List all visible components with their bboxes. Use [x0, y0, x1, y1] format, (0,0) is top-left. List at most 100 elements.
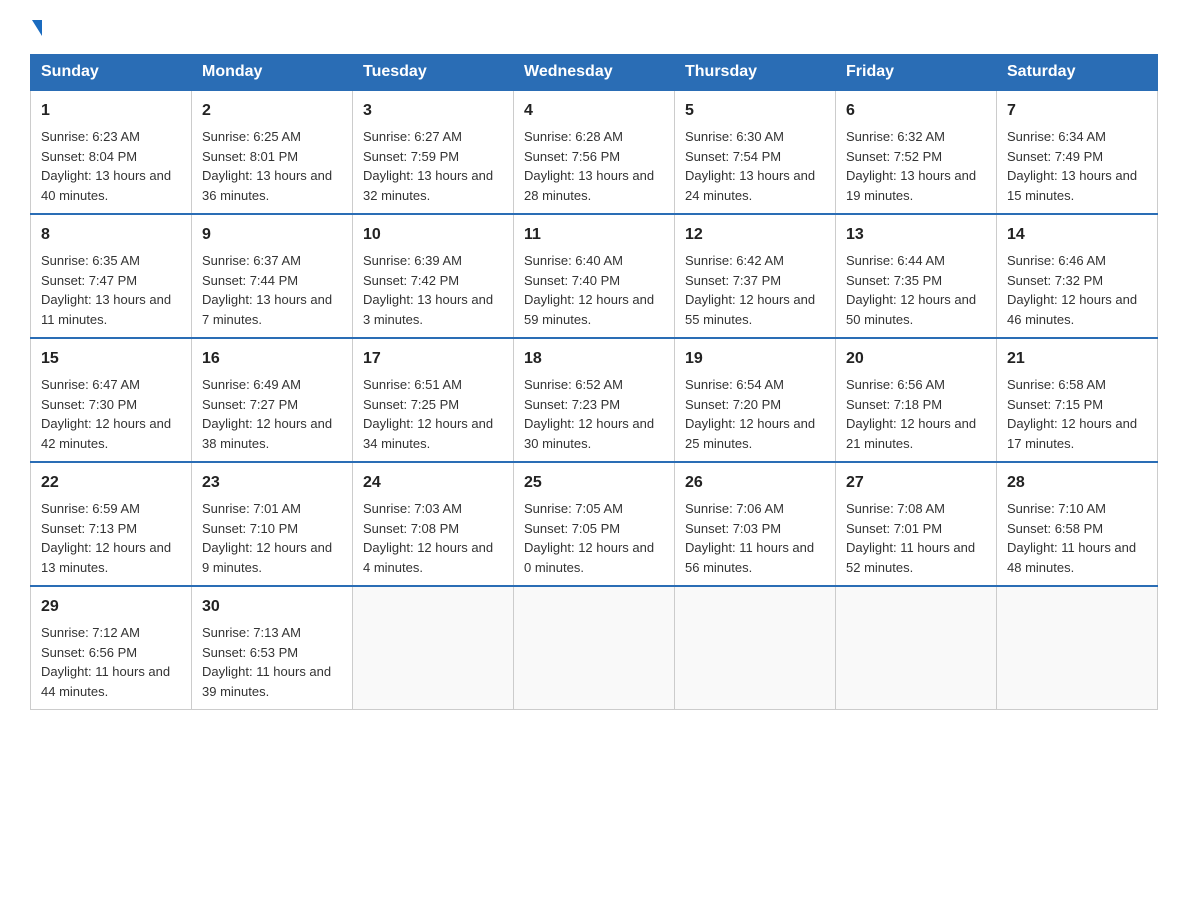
day-number: 11	[524, 223, 664, 247]
calendar-day-19: 19 Sunrise: 6:54 AMSunset: 7:20 PMDayligh…	[675, 338, 836, 462]
day-info: Sunrise: 7:08 AMSunset: 7:01 PMDaylight:…	[846, 499, 986, 577]
calendar-day-2: 2 Sunrise: 6:25 AMSunset: 8:01 PMDaylight…	[192, 90, 353, 214]
calendar-week-2: 8 Sunrise: 6:35 AMSunset: 7:47 PMDaylight…	[31, 214, 1158, 338]
day-info: Sunrise: 6:27 AMSunset: 7:59 PMDaylight:…	[363, 127, 503, 205]
day-info: Sunrise: 6:25 AMSunset: 8:01 PMDaylight:…	[202, 127, 342, 205]
calendar-header-thursday: Thursday	[675, 55, 836, 91]
calendar-day-7: 7Sunrise: 6:34 AMSunset: 7:49 PMDaylight…	[997, 90, 1158, 214]
calendar-day-5: 5Sunrise: 6:30 AMSunset: 7:54 PMDaylight…	[675, 90, 836, 214]
day-info: Sunrise: 7:05 AMSunset: 7:05 PMDaylight:…	[524, 499, 664, 577]
calendar-day-24: 24 Sunrise: 7:03 AMSunset: 7:08 PMDayligh…	[353, 462, 514, 586]
calendar-day-11: 11Sunrise: 6:40 AMSunset: 7:40 PMDayligh…	[514, 214, 675, 338]
calendar-table: SundayMondayTuesdayWednesdayThursdayFrid…	[30, 54, 1158, 710]
calendar-day-13: 13 Sunrise: 6:44 AMSunset: 7:35 PMDayligh…	[836, 214, 997, 338]
calendar-day-21: 21 Sunrise: 6:58 AMSunset: 7:15 PMDayligh…	[997, 338, 1158, 462]
day-info: Sunrise: 6:37 AMSunset: 7:44 PMDaylight:…	[202, 251, 342, 329]
calendar-header-sunday: Sunday	[31, 55, 192, 91]
day-number: 5	[685, 99, 825, 123]
day-info: Sunrise: 7:06 AMSunset: 7:03 PMDaylight:…	[685, 499, 825, 577]
day-number: 8	[41, 223, 181, 247]
calendar-day-15: 15 Sunrise: 6:47 AMSunset: 7:30 PMDayligh…	[31, 338, 192, 462]
day-number: 15	[41, 347, 181, 371]
day-number: 14	[1007, 223, 1147, 247]
calendar-day-1: 1 Sunrise: 6:23 AMSunset: 8:04 PMDaylight…	[31, 90, 192, 214]
calendar-empty-cell	[675, 586, 836, 710]
day-number: 22	[41, 471, 181, 495]
day-number: 21	[1007, 347, 1147, 371]
day-number: 1	[41, 99, 181, 123]
day-number: 12	[685, 223, 825, 247]
day-info: Sunrise: 6:54 AMSunset: 7:20 PMDaylight:…	[685, 375, 825, 453]
calendar-day-9: 9 Sunrise: 6:37 AMSunset: 7:44 PMDaylight…	[192, 214, 353, 338]
calendar-day-29: 29Sunrise: 7:12 AMSunset: 6:56 PMDayligh…	[31, 586, 192, 710]
day-number: 2	[202, 99, 342, 123]
day-info: Sunrise: 6:58 AMSunset: 7:15 PMDaylight:…	[1007, 375, 1147, 453]
day-number: 30	[202, 595, 342, 619]
calendar-header-saturday: Saturday	[997, 55, 1158, 91]
logo	[30, 20, 42, 36]
calendar-day-25: 25 Sunrise: 7:05 AMSunset: 7:05 PMDayligh…	[514, 462, 675, 586]
calendar-day-10: 10 Sunrise: 6:39 AMSunset: 7:42 PMDayligh…	[353, 214, 514, 338]
day-info: Sunrise: 6:42 AMSunset: 7:37 PMDaylight:…	[685, 251, 825, 329]
day-number: 6	[846, 99, 986, 123]
day-info: Sunrise: 6:59 AMSunset: 7:13 PMDaylight:…	[41, 499, 181, 577]
calendar-day-14: 14 Sunrise: 6:46 AMSunset: 7:32 PMDayligh…	[997, 214, 1158, 338]
calendar-empty-cell	[836, 586, 997, 710]
day-info: Sunrise: 6:28 AMSunset: 7:56 PMDaylight:…	[524, 127, 664, 205]
calendar-header-monday: Monday	[192, 55, 353, 91]
calendar-week-1: 1 Sunrise: 6:23 AMSunset: 8:04 PMDaylight…	[31, 90, 1158, 214]
day-info: Sunrise: 7:13 AMSunset: 6:53 PMDaylight:…	[202, 623, 342, 701]
day-info: Sunrise: 6:47 AMSunset: 7:30 PMDaylight:…	[41, 375, 181, 453]
day-info: Sunrise: 6:56 AMSunset: 7:18 PMDaylight:…	[846, 375, 986, 453]
day-number: 13	[846, 223, 986, 247]
day-number: 17	[363, 347, 503, 371]
day-info: Sunrise: 6:35 AMSunset: 7:47 PMDaylight:…	[41, 251, 181, 329]
day-number: 24	[363, 471, 503, 495]
day-info: Sunrise: 6:34 AMSunset: 7:49 PMDaylight:…	[1007, 127, 1147, 205]
day-number: 16	[202, 347, 342, 371]
calendar-empty-cell	[353, 586, 514, 710]
calendar-day-23: 23Sunrise: 7:01 AMSunset: 7:10 PMDayligh…	[192, 462, 353, 586]
day-number: 25	[524, 471, 664, 495]
calendar-day-30: 30 Sunrise: 7:13 AMSunset: 6:53 PMDayligh…	[192, 586, 353, 710]
day-info: Sunrise: 6:39 AMSunset: 7:42 PMDaylight:…	[363, 251, 503, 329]
calendar-day-4: 4Sunrise: 6:28 AMSunset: 7:56 PMDaylight…	[514, 90, 675, 214]
calendar-day-3: 3Sunrise: 6:27 AMSunset: 7:59 PMDaylight…	[353, 90, 514, 214]
calendar-empty-cell	[997, 586, 1158, 710]
day-info: Sunrise: 7:03 AMSunset: 7:08 PMDaylight:…	[363, 499, 503, 577]
calendar-week-5: 29Sunrise: 7:12 AMSunset: 6:56 PMDayligh…	[31, 586, 1158, 710]
day-number: 9	[202, 223, 342, 247]
day-info: Sunrise: 6:49 AMSunset: 7:27 PMDaylight:…	[202, 375, 342, 453]
day-info: Sunrise: 6:32 AMSunset: 7:52 PMDaylight:…	[846, 127, 986, 205]
calendar-day-20: 20 Sunrise: 6:56 AMSunset: 7:18 PMDayligh…	[836, 338, 997, 462]
calendar-header-friday: Friday	[836, 55, 997, 91]
calendar-day-28: 28 Sunrise: 7:10 AMSunset: 6:58 PMDayligh…	[997, 462, 1158, 586]
calendar-header-tuesday: Tuesday	[353, 55, 514, 91]
calendar-day-6: 6 Sunrise: 6:32 AMSunset: 7:52 PMDaylight…	[836, 90, 997, 214]
day-info: Sunrise: 6:44 AMSunset: 7:35 PMDaylight:…	[846, 251, 986, 329]
day-number: 26	[685, 471, 825, 495]
day-number: 20	[846, 347, 986, 371]
calendar-day-18: 18 Sunrise: 6:52 AMSunset: 7:23 PMDayligh…	[514, 338, 675, 462]
day-info: Sunrise: 7:12 AMSunset: 6:56 PMDaylight:…	[41, 623, 181, 701]
day-number: 19	[685, 347, 825, 371]
day-number: 27	[846, 471, 986, 495]
calendar-empty-cell	[514, 586, 675, 710]
calendar-day-12: 12 Sunrise: 6:42 AMSunset: 7:37 PMDayligh…	[675, 214, 836, 338]
day-number: 18	[524, 347, 664, 371]
day-info: Sunrise: 7:10 AMSunset: 6:58 PMDaylight:…	[1007, 499, 1147, 577]
calendar-day-16: 16 Sunrise: 6:49 AMSunset: 7:27 PMDayligh…	[192, 338, 353, 462]
day-number: 10	[363, 223, 503, 247]
calendar-week-4: 22 Sunrise: 6:59 AMSunset: 7:13 PMDayligh…	[31, 462, 1158, 586]
calendar-day-8: 8 Sunrise: 6:35 AMSunset: 7:47 PMDaylight…	[31, 214, 192, 338]
calendar-day-26: 26 Sunrise: 7:06 AMSunset: 7:03 PMDayligh…	[675, 462, 836, 586]
day-number: 28	[1007, 471, 1147, 495]
day-info: Sunrise: 6:52 AMSunset: 7:23 PMDaylight:…	[524, 375, 664, 453]
day-info: Sunrise: 6:23 AMSunset: 8:04 PMDaylight:…	[41, 127, 181, 205]
logo-triangle-icon	[32, 20, 42, 36]
day-info: Sunrise: 7:01 AMSunset: 7:10 PMDaylight:…	[202, 499, 342, 577]
calendar-day-27: 27 Sunrise: 7:08 AMSunset: 7:01 PMDayligh…	[836, 462, 997, 586]
calendar-week-3: 15 Sunrise: 6:47 AMSunset: 7:30 PMDayligh…	[31, 338, 1158, 462]
calendar-header-wednesday: Wednesday	[514, 55, 675, 91]
day-info: Sunrise: 6:46 AMSunset: 7:32 PMDaylight:…	[1007, 251, 1147, 329]
